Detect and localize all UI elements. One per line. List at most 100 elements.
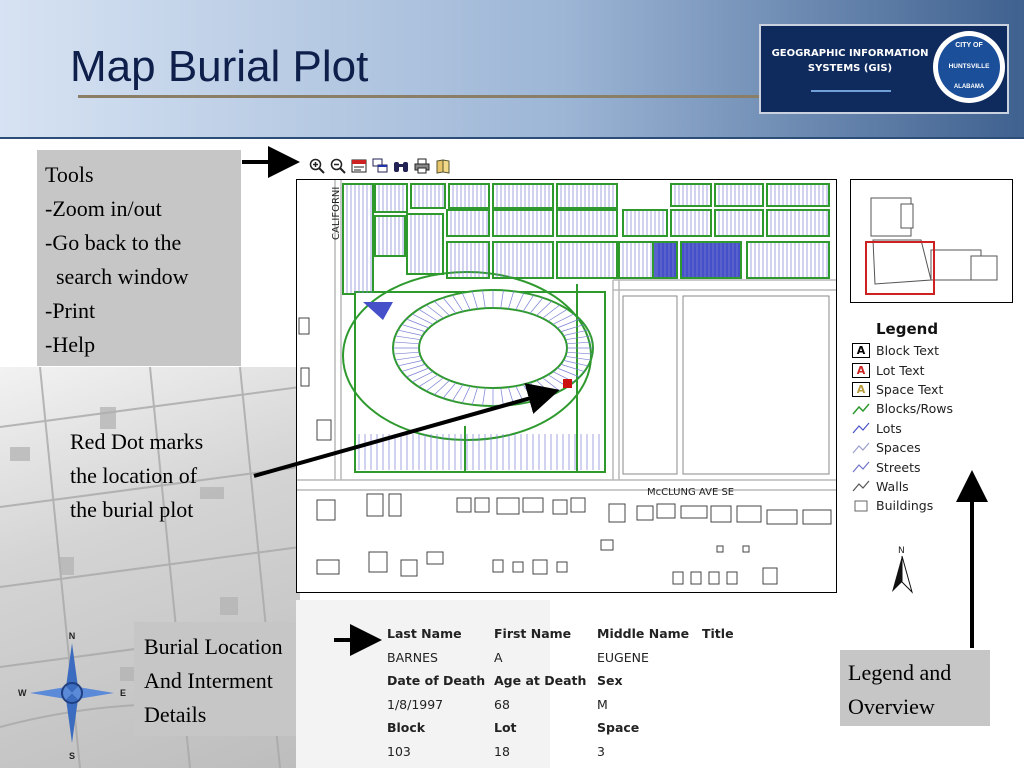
table-cell: 18 [494, 743, 510, 759]
table-row: 103 18 3 [387, 740, 734, 764]
legend-label: Streets [876, 459, 921, 475]
right-blocks [622, 295, 830, 475]
street-label-mcclung: McCLUNG AVE SE [647, 487, 734, 498]
map-canvas: CALIFORNI McCLUNG AVE SE [297, 180, 836, 592]
red-dot-note-line: the location of [70, 463, 198, 488]
table-header-cell: Title [702, 626, 734, 642]
table-header-cell: Date of Death [387, 673, 486, 689]
table-row: BARNES A EUGENE [387, 646, 734, 670]
legend-label: Spaces [876, 440, 921, 456]
table-cell: M [597, 696, 608, 712]
legend-label: Lots [876, 420, 902, 436]
city-seal: CITY OF HUNTSVILLE ALABAMA [933, 31, 1005, 103]
walls-line-icon [852, 479, 870, 494]
table-cell: 3 [597, 743, 605, 759]
legend-note-line: Overview [848, 694, 935, 719]
legend-note-line: Legend and [848, 660, 952, 685]
spaces-line-icon [852, 440, 870, 455]
lower-section [342, 271, 606, 473]
seal-name-text: HUNTSVILLE [948, 63, 990, 70]
legend-label: Lot Text [876, 362, 925, 378]
table-cell: 68 [494, 696, 510, 712]
cemetery-map[interactable]: CALIFORNI McCLUNG AVE SE [296, 179, 837, 593]
table-header-cell: Lot [494, 720, 517, 736]
lot-text-icon: A [852, 362, 870, 378]
table-header-cell: First Name [494, 626, 572, 642]
compass-n: N [69, 631, 76, 641]
table-cell: 1/8/1997 [387, 696, 444, 712]
tools-note-line: -Help [45, 332, 96, 357]
zoom-in-icon[interactable] [308, 157, 326, 175]
compass-rose: N S E W [18, 631, 126, 761]
red-dot-note-line: Red Dot marks [70, 429, 204, 454]
buildings-box-icon [852, 498, 870, 513]
legend-item-blocks-rows: Blocks/Rows [852, 399, 1022, 418]
blocks-rows-line-icon [852, 401, 870, 416]
identify-icon[interactable] [371, 157, 389, 175]
back-to-search-icon[interactable] [350, 157, 368, 175]
north-label: N [898, 546, 905, 556]
table-cell: EUGENE [597, 649, 649, 665]
legend-item-space-text: A Space Text [852, 380, 1022, 399]
legend-label: Buildings [876, 498, 934, 514]
table-row: Date of Death Age at Death Sex [387, 669, 734, 693]
table-cell: A [494, 649, 503, 665]
legend-item-spaces: Spaces [852, 438, 1022, 457]
gis-line-1: GEOGRAPHIC INFORMATION [771, 48, 929, 59]
table-row: Block Lot Space [387, 716, 734, 740]
gis-logo-rule [811, 90, 891, 92]
burial-details-table: Last Name First Name Middle Name Title B… [387, 622, 734, 763]
red-dot-note-line: the burial plot [70, 497, 194, 522]
space-text-icon: A [852, 381, 870, 397]
lots-line-icon [852, 421, 870, 436]
gis-logo-text: GEOGRAPHIC INFORMATION SYSTEMS (GIS) [769, 46, 931, 76]
legend-item-walls: Walls [852, 477, 1022, 496]
legend-item-lots: Lots [852, 419, 1022, 438]
block-text-icon: A [852, 343, 870, 359]
table-row: 1/8/1997 68 M [387, 693, 734, 717]
slide-title: Map Burial Plot [70, 42, 369, 91]
compass-e: E [120, 688, 126, 698]
legend-overview-note: Legend and Overview [840, 650, 990, 726]
burial-plot-marker[interactable] [563, 379, 572, 388]
table-header-cell: Age at Death [494, 673, 587, 689]
find-icon[interactable] [392, 157, 410, 175]
seal-city-text: CITY OF [955, 42, 983, 49]
table-header-cell: Sex [597, 673, 623, 689]
tools-note-line: -Go back to the [45, 230, 182, 255]
tools-note: Tools -Zoom in/out -Go back to the searc… [37, 150, 241, 366]
overview-map[interactable] [850, 179, 1013, 303]
legend-item-streets: Streets [852, 457, 1022, 476]
tools-note-line: -Zoom in/out [45, 196, 162, 221]
legend-label: Blocks/Rows [876, 401, 954, 417]
tools-note-line: Tools [45, 162, 94, 187]
overview-canvas [865, 197, 998, 295]
table-header-cell: Space [597, 720, 640, 736]
map-toolbar [308, 157, 452, 177]
print-icon[interactable] [413, 157, 431, 175]
table-row: Last Name First Name Middle Name Title [387, 622, 734, 646]
table-header-cell: Last Name [387, 626, 462, 642]
red-dot-note: Red Dot marks the location of the burial… [70, 425, 203, 527]
slide-header: Map Burial Plot GEOGRAPHIC INFORMATION S… [0, 0, 1024, 139]
help-icon[interactable] [434, 157, 452, 175]
legend-label: Space Text [876, 381, 944, 397]
legend-label: Block Text [876, 343, 940, 359]
legend-label: Walls [876, 478, 909, 494]
legend-item-lot-text: A Lot Text [852, 360, 1022, 379]
tools-note-line: search window [45, 264, 189, 289]
legend-item-block-text: A Block Text [852, 341, 1022, 360]
table-header-cell: Middle Name [597, 626, 690, 642]
north-arrow-icon: N [884, 544, 920, 594]
title-underline [78, 95, 768, 98]
table-cell: 103 [387, 743, 411, 759]
street-label-california: CALIFORNI [331, 187, 342, 240]
streets-line-icon [852, 460, 870, 475]
zoom-out-icon[interactable] [329, 157, 347, 175]
compass-s: S [69, 751, 75, 761]
gis-line-2: SYSTEMS (GIS) [807, 63, 893, 74]
compass-w: W [18, 688, 27, 698]
tools-note-line: -Print [45, 298, 96, 323]
legend-title: Legend [876, 320, 939, 338]
table-header-cell: Block [387, 720, 426, 736]
